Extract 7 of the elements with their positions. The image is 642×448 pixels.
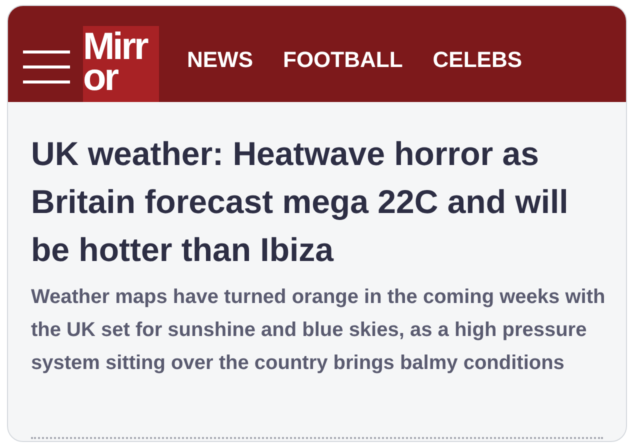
nav-link[interactable]: CELEBS	[432, 47, 522, 73]
menu-icon[interactable]	[23, 50, 70, 84]
article-summary: Weather maps have turned orange in the coming weeks with the UK set for sunshine and blue skies, as a high pressure system sitting over the country brings balmy conditions	[31, 285, 606, 376]
headline[interactable]: UK weather: Heatwave horror as Britain forecast mega 22C and will be hotter than Ibiza	[31, 130, 596, 274]
nav-link[interactable]: FOOTBALL	[283, 47, 403, 73]
logo[interactable]: Mirr or	[83, 26, 159, 102]
nav-link[interactable]: NEWS	[187, 47, 253, 73]
